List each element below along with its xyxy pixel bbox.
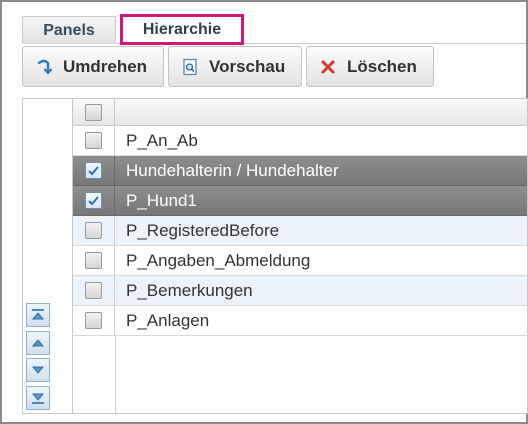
move-down-button[interactable] — [26, 358, 50, 382]
row-checkbox-cell — [73, 186, 115, 215]
table-row[interactable]: P_Bemerkungen — [73, 276, 527, 306]
table-row[interactable]: P_Anlagen — [73, 306, 527, 336]
row-label: P_Anlagen — [126, 310, 210, 330]
move-top-icon — [31, 309, 45, 320]
delete-icon — [319, 58, 337, 76]
row-checkbox[interactable] — [85, 222, 102, 239]
row-checkbox[interactable] — [85, 132, 102, 149]
checkmark-icon — [88, 166, 99, 176]
delete-button[interactable]: Löschen — [306, 46, 434, 87]
row-label: Hundehalterin / Hundehalter — [126, 160, 339, 180]
row-checkbox-cell — [73, 156, 115, 185]
tab-bar: Panels Hierarchie — [22, 14, 526, 45]
row-label: P_An_Ab — [126, 130, 198, 150]
tab-panels[interactable]: Panels — [22, 16, 116, 44]
table-row[interactable]: P_Angaben_Abmeldung — [73, 246, 527, 276]
grid-header — [73, 99, 527, 126]
row-checkbox-cell — [73, 306, 115, 335]
flip-button[interactable]: Umdrehen — [22, 46, 164, 87]
flip-icon — [35, 58, 53, 76]
row-checkbox[interactable] — [85, 192, 102, 209]
move-up-button[interactable] — [26, 331, 50, 355]
hierarchy-grid: P_An_Ab Hundehalterin / Hundehalter P_Hu… — [72, 98, 528, 414]
preview-icon — [181, 58, 199, 76]
row-checkbox[interactable] — [85, 252, 102, 269]
select-all-checkbox[interactable] — [85, 103, 102, 121]
table-row[interactable]: P_An_Ab — [73, 126, 527, 156]
move-top-button[interactable] — [26, 303, 50, 327]
delete-button-label: Löschen — [347, 56, 417, 76]
row-checkbox[interactable] — [85, 312, 102, 329]
hierarchy-panel: Panels Hierarchie Umdrehen Vorschau Lösc… — [0, 0, 528, 424]
header-checkbox-cell — [73, 99, 115, 125]
column-divider — [115, 336, 116, 414]
row-label: P_Hund1 — [126, 190, 197, 210]
checkmark-icon — [88, 196, 99, 206]
row-checkbox-cell — [73, 216, 115, 245]
table-row[interactable]: Hundehalterin / Hundehalter — [73, 156, 527, 186]
row-checkbox[interactable] — [85, 162, 102, 179]
move-down-icon — [31, 366, 45, 374]
flip-button-label: Umdrehen — [63, 56, 148, 76]
move-bottom-icon — [31, 393, 45, 404]
move-bottom-button[interactable] — [26, 386, 50, 410]
row-checkbox-cell — [73, 246, 115, 275]
order-controls — [22, 98, 72, 414]
row-checkbox[interactable] — [85, 282, 102, 299]
row-label: P_Angaben_Abmeldung — [126, 250, 311, 270]
row-checkbox-cell — [73, 126, 115, 155]
tab-hierarchie[interactable]: Hierarchie — [120, 14, 244, 45]
move-up-icon — [31, 339, 45, 347]
row-label: P_Bemerkungen — [126, 280, 253, 300]
row-label: P_RegisteredBefore — [126, 220, 280, 240]
row-checkbox-cell — [73, 276, 115, 305]
preview-button-label: Vorschau — [209, 56, 286, 76]
table-row[interactable]: P_Hund1 — [73, 186, 527, 216]
table-row[interactable]: P_RegisteredBefore — [73, 216, 527, 246]
preview-button[interactable]: Vorschau — [168, 46, 302, 87]
